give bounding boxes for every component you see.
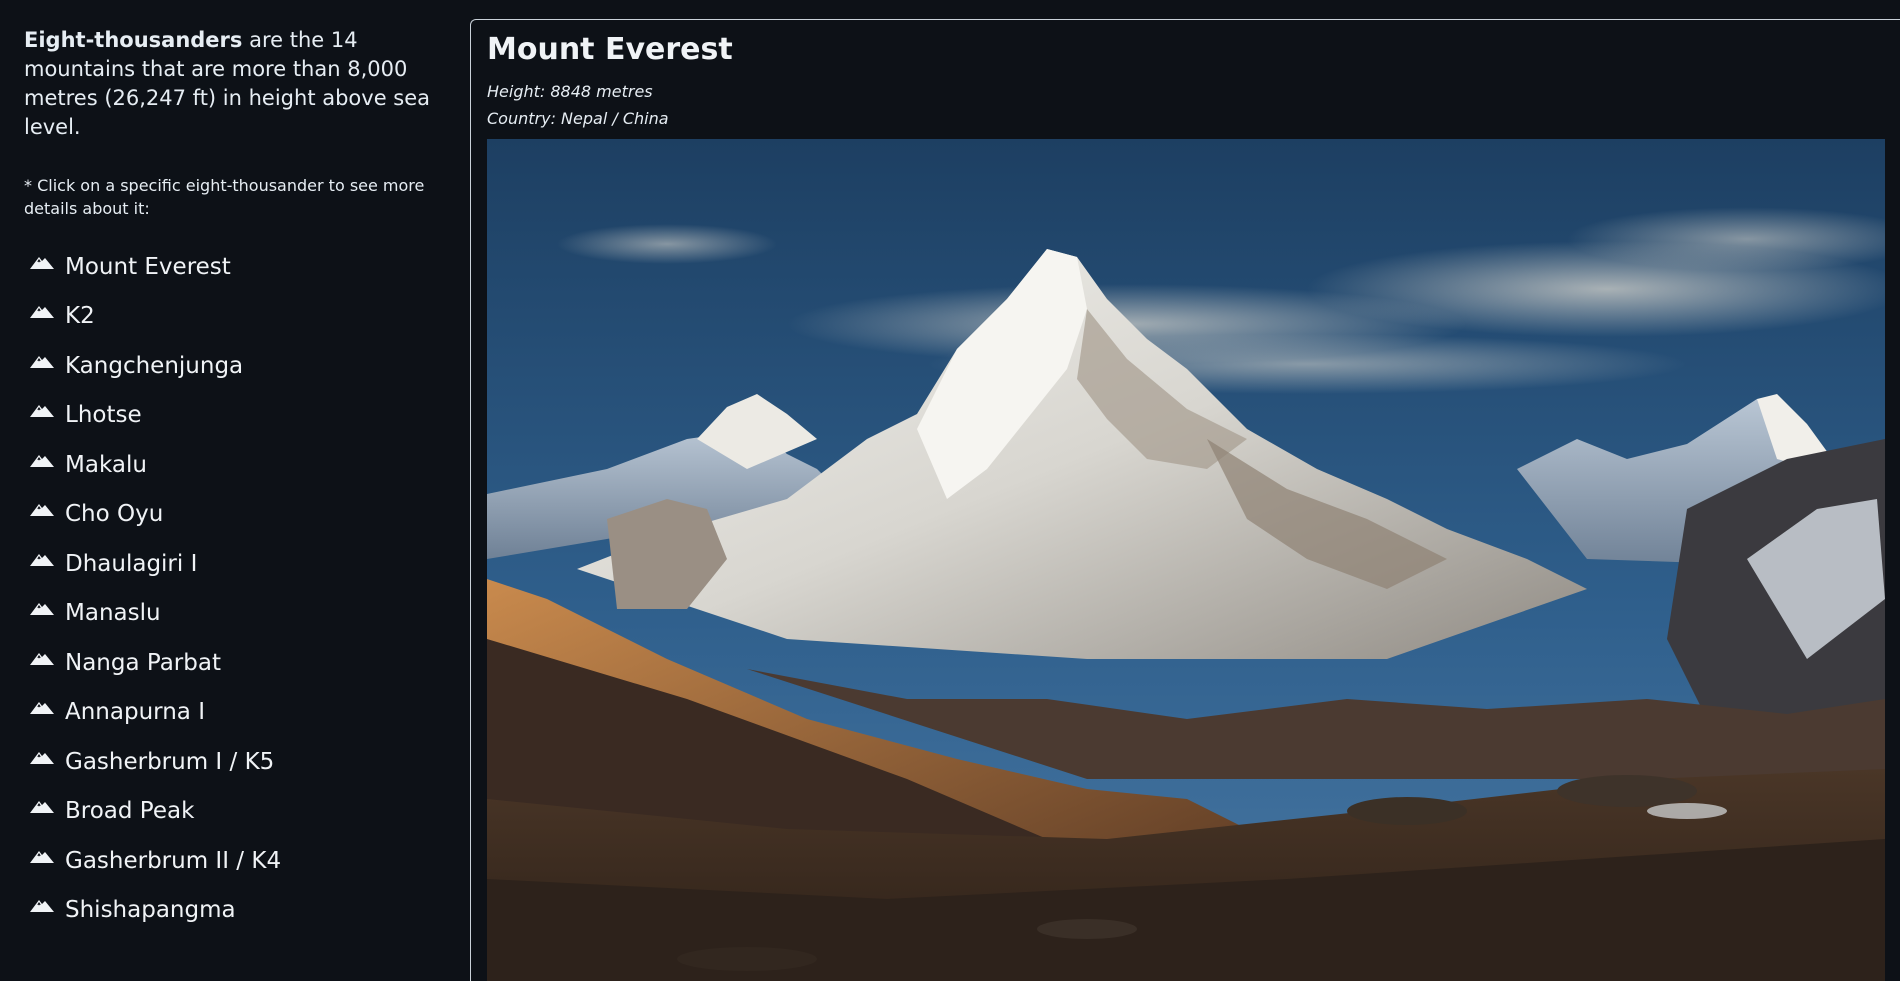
mountain-item-cho-oyu[interactable]: Cho Oyu xyxy=(24,490,448,540)
mountain-title: Mount Everest xyxy=(487,32,733,67)
mountain-icon xyxy=(30,900,54,913)
mountain-icon xyxy=(30,454,54,467)
mountain-item-label: Shishapangma xyxy=(65,897,236,924)
mountain-item-shishapangma[interactable]: Shishapangma xyxy=(24,886,448,936)
mountain-icon xyxy=(30,504,54,517)
mountain-item-label: Annapurna I xyxy=(65,699,205,726)
mountain-item-label: Kangchenjunga xyxy=(65,352,244,379)
mountain-item-nanga-parbat[interactable]: Nanga Parbat xyxy=(24,638,448,688)
mountain-item-annapurna-i[interactable]: Annapurna I xyxy=(24,688,448,738)
mountain-item-label: Nanga Parbat xyxy=(65,649,221,676)
mountain-icon xyxy=(30,850,54,863)
mountain-item-broad-peak[interactable]: Broad Peak xyxy=(24,787,448,837)
mountain-item-label: Cho Oyu xyxy=(65,501,164,528)
mountain-icon xyxy=(30,553,54,566)
mountain-item-dhaulagiri-i[interactable]: Dhaulagiri I xyxy=(24,539,448,589)
mountain-item-label: Manaslu xyxy=(65,600,161,627)
sidebar: Eight-thousanders are the 14 mountains t… xyxy=(0,0,470,981)
mountain-item-manaslu[interactable]: Manaslu xyxy=(24,589,448,639)
intro-bold-term: Eight-thousanders xyxy=(24,28,243,52)
mountain-icon xyxy=(30,256,54,269)
mountain-icon xyxy=(30,652,54,665)
mountain-item-lhotse[interactable]: Lhotse xyxy=(24,391,448,441)
mountain-item-label: Lhotse xyxy=(65,402,142,429)
mountain-icon xyxy=(30,306,54,319)
mountain-item-kangchenjunga[interactable]: Kangchenjunga xyxy=(24,341,448,391)
mountain-icon xyxy=(30,751,54,764)
mountain-item-gasherbrum-ii[interactable]: Gasherbrum II / K4 xyxy=(24,836,448,886)
instruction-note: * Click on a specific eight-thousander t… xyxy=(24,176,425,218)
mountain-icon xyxy=(30,355,54,368)
mountain-item-label: Gasherbrum I / K5 xyxy=(65,748,275,775)
mountain-photo xyxy=(487,139,1885,981)
mountain-item-label: Broad Peak xyxy=(65,798,195,825)
detail-panel: Mount Everest Height: 8848 metres Countr… xyxy=(470,19,1900,981)
mountain-item-makalu[interactable]: Makalu xyxy=(24,440,448,490)
mountain-icon xyxy=(30,801,54,814)
mountain-icon xyxy=(30,702,54,715)
mountain-icon xyxy=(30,405,54,418)
mountain-item-label: Gasherbrum II / K4 xyxy=(65,847,282,874)
mountain-item-k2[interactable]: K2 xyxy=(24,292,448,342)
intro-text: Eight-thousanders are the 14 mountains t… xyxy=(24,26,448,142)
mountain-list: Mount Everest K2 Kangchenjunga Lhotse Ma… xyxy=(24,242,448,935)
mountain-icon xyxy=(30,603,54,616)
mountain-item-label: Mount Everest xyxy=(65,253,231,280)
mountain-item-mount-everest[interactable]: Mount Everest xyxy=(24,242,448,292)
mountain-item-label: Dhaulagiri I xyxy=(65,550,198,577)
mountain-country: Country: Nepal / China xyxy=(487,109,669,128)
mountain-item-gasherbrum-i[interactable]: Gasherbrum I / K5 xyxy=(24,737,448,787)
mountain-item-label: Makalu xyxy=(65,451,147,478)
mountain-height: Height: 8848 metres xyxy=(487,82,653,101)
mountain-item-label: K2 xyxy=(65,303,95,330)
